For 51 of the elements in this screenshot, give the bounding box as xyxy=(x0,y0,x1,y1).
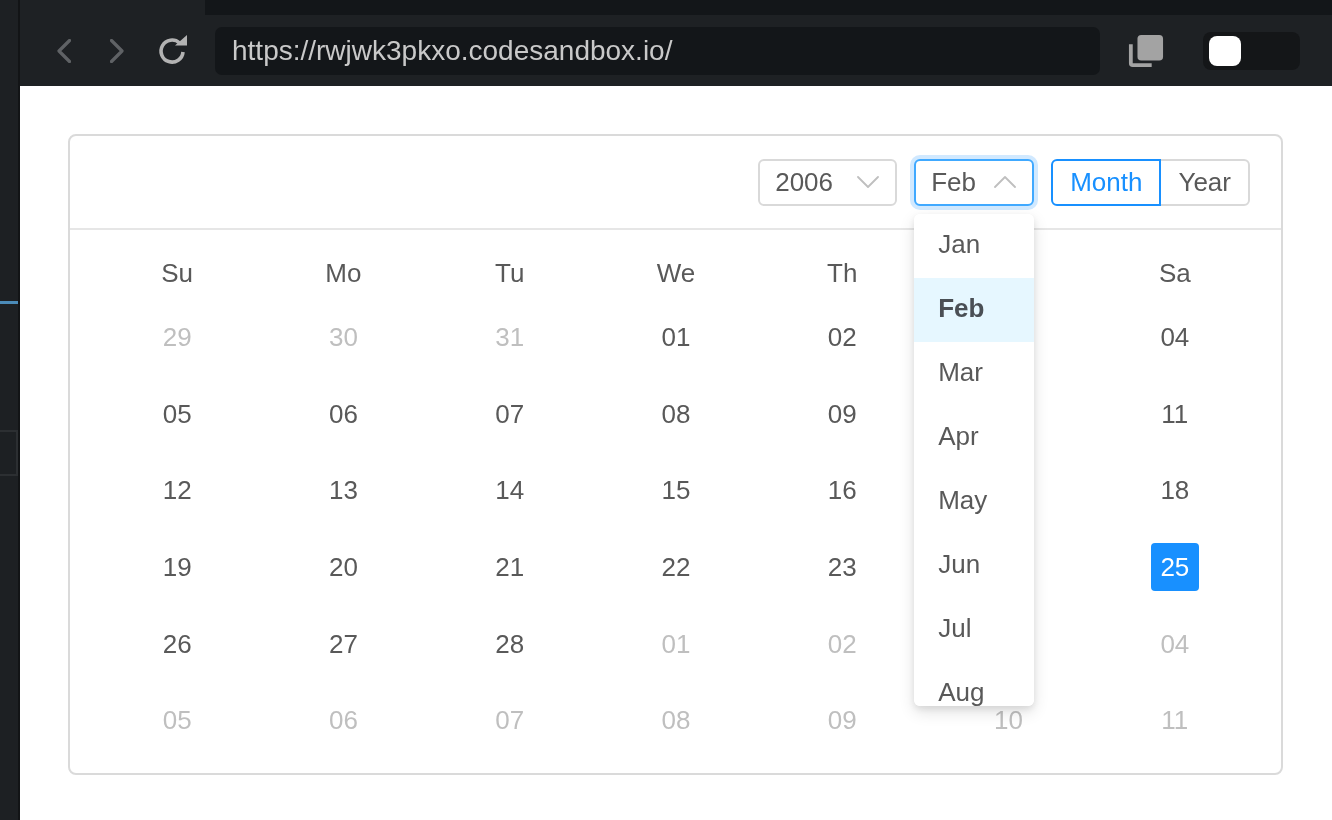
panel-outline xyxy=(0,430,18,476)
chevron-right-icon xyxy=(110,38,124,63)
year-select[interactable]: 2006 xyxy=(758,158,898,206)
date-cell[interactable]: 16 xyxy=(818,466,867,515)
copy-button[interactable] xyxy=(1128,32,1164,69)
date-cell[interactable]: 23 xyxy=(818,543,867,592)
weekday-label: We xyxy=(656,257,696,289)
weekday-label: Mo xyxy=(325,257,362,289)
date-cell[interactable]: 01 xyxy=(652,313,700,362)
month-option[interactable]: Feb xyxy=(914,277,1035,342)
date-cell[interactable]: 12 xyxy=(153,466,202,515)
highlight-line xyxy=(0,301,18,304)
date-cell[interactable]: 04 xyxy=(1150,313,1199,362)
date-cell[interactable]: 07 xyxy=(485,389,534,438)
date-cell[interactable]: 21 xyxy=(485,543,534,592)
address-field[interactable]: https://rwjwk3pkxo.codesandbox.io/ xyxy=(215,26,1100,75)
toggle-switch[interactable] xyxy=(1203,31,1300,70)
date-cell[interactable]: 26 xyxy=(153,619,202,668)
chevron-left-icon xyxy=(57,38,71,63)
weekday-label: Sa xyxy=(1158,257,1191,289)
month-option[interactable]: Jun xyxy=(914,533,1035,598)
month-option[interactable]: Apr xyxy=(914,405,1035,470)
date-cell[interactable]: 27 xyxy=(319,619,368,668)
weekday-label: Th xyxy=(827,257,858,289)
date-cell[interactable]: 19 xyxy=(153,543,202,592)
date-cell[interactable]: 15 xyxy=(652,466,700,515)
month-option[interactable]: Aug xyxy=(914,661,1035,706)
chevron-down-icon xyxy=(857,176,880,188)
month-option[interactable]: Jul xyxy=(914,597,1035,662)
date-cell[interactable]: 20 xyxy=(319,543,368,592)
date-cell[interactable]: 22 xyxy=(652,543,700,592)
reload-icon xyxy=(156,34,188,67)
date-cell[interactable]: 02 xyxy=(818,313,867,362)
date-cell[interactable]: 18 xyxy=(1150,466,1199,515)
copy-icon xyxy=(1128,32,1164,69)
date-cell[interactable]: 05 xyxy=(153,389,202,438)
month-option[interactable]: Mar xyxy=(914,341,1035,406)
month-select[interactable]: Feb xyxy=(914,158,1035,206)
month-option[interactable]: Jan xyxy=(914,213,1035,278)
date-cell[interactable]: 11 xyxy=(1150,389,1199,438)
chevron-up-icon xyxy=(994,176,1017,188)
date-cell[interactable]: 09 xyxy=(818,389,867,438)
date-cell[interactable]: 28 xyxy=(485,619,534,668)
date-cell[interactable]: 08 xyxy=(652,389,700,438)
date-cell[interactable]: 13 xyxy=(319,466,368,515)
date-cell[interactable]: 06 xyxy=(319,389,368,438)
weekday-label: Su xyxy=(161,257,194,289)
date-cell[interactable]: 14 xyxy=(485,466,534,515)
weekday-label: Tu xyxy=(495,257,525,289)
mode-radio-button[interactable]: Year xyxy=(1159,158,1250,206)
month-option[interactable]: May xyxy=(914,469,1035,534)
